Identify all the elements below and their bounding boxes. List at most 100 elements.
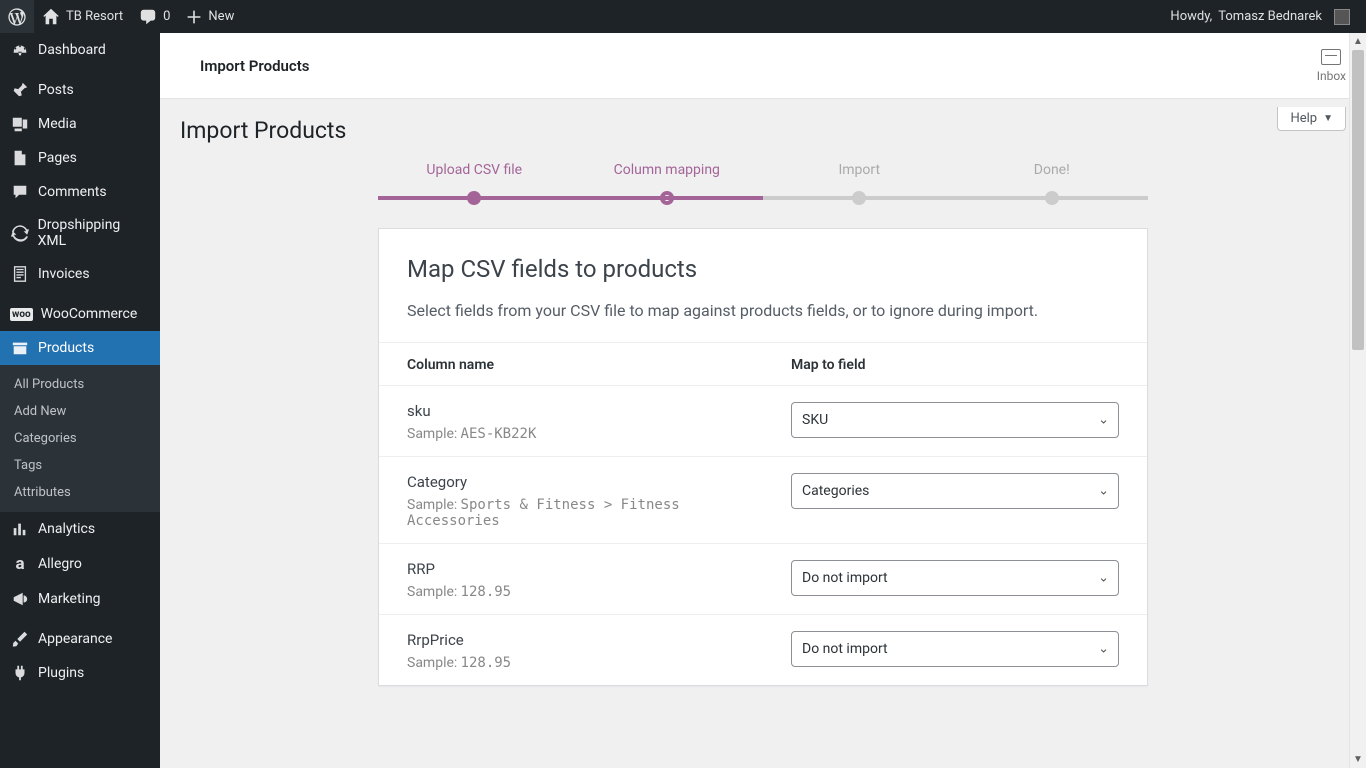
- submenu-categories[interactable]: Categories: [0, 425, 160, 452]
- sidebar-item-label: WooCommerce: [41, 306, 138, 322]
- howdy-prefix: Howdy,: [1170, 9, 1212, 24]
- header-title: Import Products: [200, 57, 310, 75]
- card-heading: Map CSV fields to products: [407, 255, 1119, 283]
- allegro-icon: a: [10, 554, 30, 574]
- analytics-icon: [10, 520, 30, 538]
- sidebar-item-invoices[interactable]: Invoices: [0, 257, 160, 291]
- column-name: RRP: [407, 560, 735, 578]
- comment-icon: [10, 183, 30, 201]
- sidebar-item-label: Analytics: [38, 521, 95, 537]
- inbox-icon: [1321, 49, 1341, 65]
- map-field-select[interactable]: Categories: [791, 473, 1119, 509]
- step-dot-icon: [852, 191, 866, 205]
- inbox-button[interactable]: Inbox: [1317, 49, 1346, 83]
- table-row: RrpPrice Sample: 128.95 Do not import: [379, 615, 1147, 686]
- sample-label: Sample:: [407, 426, 457, 442]
- sidebar-item-label: Appearance: [38, 631, 112, 647]
- select-value: Do not import: [802, 570, 888, 586]
- step-label: Done!: [1034, 162, 1070, 178]
- sidebar-item-media[interactable]: Media: [0, 107, 160, 141]
- scroll-down-arrow-icon[interactable]: ▼: [1350, 751, 1366, 768]
- step-mapping: Column mapping: [571, 162, 764, 200]
- sidebar-item-dropshipping[interactable]: Dropshipping XML: [0, 209, 160, 257]
- comment-bubble-icon: [139, 8, 157, 26]
- refresh-icon: [10, 224, 30, 242]
- column-name: RrpPrice: [407, 631, 735, 649]
- new-content-label: New: [208, 9, 234, 24]
- step-dot-icon: [467, 191, 481, 205]
- sidebar-item-plugins[interactable]: Plugins: [0, 656, 160, 690]
- column-name: Category: [407, 473, 735, 491]
- submenu-add-new[interactable]: Add New: [0, 398, 160, 425]
- new-content-link[interactable]: New: [178, 0, 242, 33]
- woocommerce-header: Import Products Inbox: [160, 33, 1366, 99]
- step-label: Upload CSV file: [426, 162, 522, 178]
- comments-count: 0: [163, 9, 170, 24]
- sidebar-item-label: Pages: [38, 150, 77, 166]
- sidebar-item-appearance[interactable]: Appearance: [0, 622, 160, 656]
- vertical-scrollbar[interactable]: ▲ ▼: [1349, 33, 1366, 768]
- sample-label: Sample:: [407, 655, 457, 671]
- site-name-link[interactable]: TB Resort: [34, 0, 131, 33]
- home-icon: [42, 8, 60, 26]
- step-done: Done!: [956, 162, 1149, 200]
- sidebar-item-woocommerce[interactable]: woo WooCommerce: [0, 297, 160, 331]
- sample-value: 128.95: [461, 655, 512, 671]
- sample-label: Sample:: [407, 584, 457, 600]
- media-icon: [10, 115, 30, 133]
- sidebar-item-label: Allegro: [38, 556, 82, 572]
- sidebar-item-allegro[interactable]: a Allegro: [0, 546, 160, 582]
- wordpress-logo-icon: [8, 8, 26, 26]
- comments-link[interactable]: 0: [131, 0, 178, 33]
- sidebar-item-pages[interactable]: Pages: [0, 141, 160, 175]
- scrollbar-thumb[interactable]: [1352, 50, 1364, 350]
- site-name-text: TB Resort: [66, 9, 123, 24]
- sidebar-item-label: Dropshipping XML: [38, 217, 150, 249]
- page-icon: [10, 149, 30, 167]
- sample-value: 128.95: [461, 584, 512, 600]
- scroll-up-arrow-icon[interactable]: ▲: [1350, 33, 1366, 50]
- select-value: SKU: [802, 412, 828, 428]
- sidebar-item-label: Dashboard: [38, 42, 106, 58]
- dashboard-icon: [10, 41, 30, 59]
- megaphone-icon: [10, 590, 30, 608]
- inbox-label: Inbox: [1317, 69, 1346, 83]
- step-upload: Upload CSV file: [378, 162, 571, 200]
- pin-icon: [10, 81, 30, 99]
- sidebar-item-dashboard[interactable]: Dashboard: [0, 33, 160, 67]
- table-row: RRP Sample: 128.95 Do not import: [379, 544, 1147, 615]
- sidebar-item-label: Media: [38, 116, 77, 132]
- mapping-card: Map CSV fields to products Select fields…: [378, 228, 1148, 686]
- sidebar-item-comments[interactable]: Comments: [0, 175, 160, 209]
- map-field-select[interactable]: SKU: [791, 402, 1119, 438]
- mapping-table: Column name Map to field sku Sample: AES…: [379, 342, 1147, 685]
- step-dot-icon: [1045, 191, 1059, 205]
- map-field-select[interactable]: Do not import: [791, 560, 1119, 596]
- submenu-all-products[interactable]: All Products: [0, 371, 160, 398]
- products-submenu: All Products Add New Categories Tags Att…: [0, 365, 160, 512]
- sample-value: AES-KB22K: [461, 426, 537, 442]
- sidebar-item-label: Marketing: [38, 591, 101, 607]
- submenu-attributes[interactable]: Attributes: [0, 479, 160, 506]
- avatar: [1334, 9, 1350, 25]
- import-progress-steps: Upload CSV file Column mapping Import: [378, 162, 1148, 200]
- brush-icon: [10, 630, 30, 648]
- plug-icon: [10, 664, 30, 682]
- table-row: Category Sample: Sports & Fitness > Fitn…: [379, 457, 1147, 544]
- sidebar-item-label: Invoices: [38, 266, 90, 282]
- main-content: Import Products Inbox Help ▼ Import Prod…: [160, 33, 1366, 768]
- sidebar-item-products[interactable]: Products: [0, 331, 160, 365]
- select-value: Do not import: [802, 641, 888, 657]
- sidebar-item-marketing[interactable]: Marketing: [0, 582, 160, 616]
- step-label: Column mapping: [614, 162, 720, 178]
- wp-logo-menu[interactable]: [0, 0, 34, 33]
- submenu-tags[interactable]: Tags: [0, 452, 160, 479]
- step-import: Import: [763, 162, 956, 200]
- sidebar-item-analytics[interactable]: Analytics: [0, 512, 160, 546]
- invoice-icon: [10, 265, 30, 283]
- admin-toolbar: TB Resort 0 New Howdy, Tomasz Bednarek: [0, 0, 1366, 33]
- map-field-select[interactable]: Do not import: [791, 631, 1119, 667]
- sidebar-item-posts[interactable]: Posts: [0, 73, 160, 107]
- my-account-link[interactable]: Howdy, Tomasz Bednarek: [1162, 0, 1358, 33]
- user-display-name: Tomasz Bednarek: [1218, 9, 1322, 24]
